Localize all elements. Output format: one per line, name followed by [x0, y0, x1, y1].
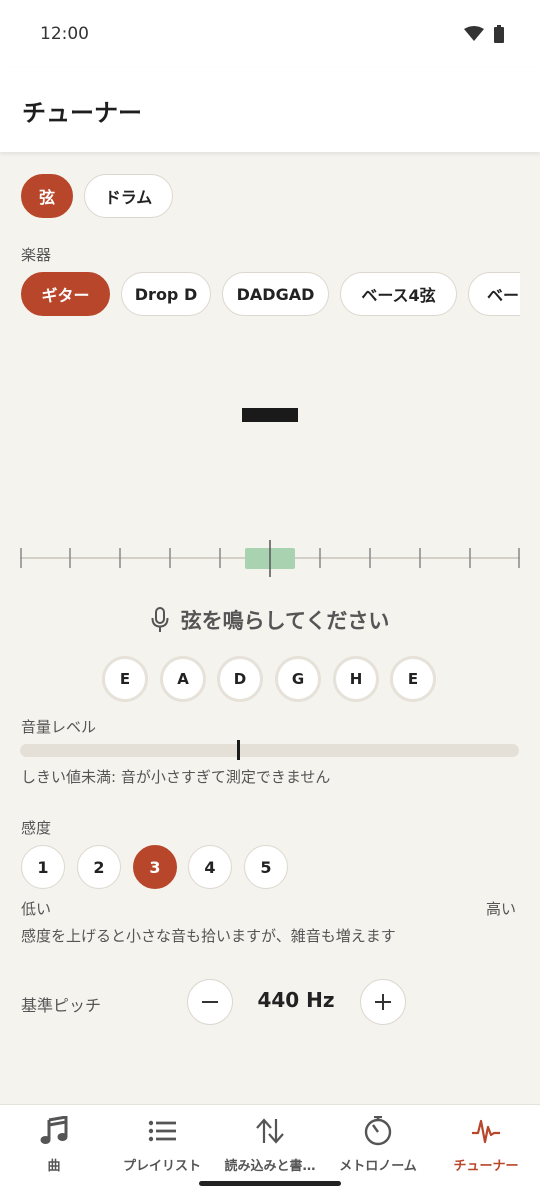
plus-icon [375, 994, 391, 1010]
sensitivity-option-1[interactable]: 1 [21, 845, 65, 889]
music-note-icon [40, 1116, 68, 1144]
status-time: 12:00 [40, 24, 89, 44]
detected-note-placeholder [242, 408, 298, 422]
sensitivity-option-2[interactable]: 2 [77, 845, 121, 889]
reference-pitch-value: 440 Hz [257, 988, 335, 1012]
instrument-chip-bass-more[interactable]: ベー [468, 272, 520, 316]
app-bar: チューナー [0, 68, 540, 152]
instrument-chip-drop-d[interactable]: Drop D [121, 272, 211, 316]
nav-label-tuner: チューナー [453, 1159, 519, 1174]
microphone-icon [151, 607, 169, 632]
play-string-prompt: 弦を鳴らしてください [0, 600, 540, 640]
import-export-icon [256, 1118, 284, 1144]
sensitivity-low-label: 低い [21, 900, 52, 918]
pitch-increase-button[interactable] [360, 979, 406, 1025]
status-icons [464, 25, 504, 43]
prompt-text: 弦を鳴らしてください [180, 609, 390, 633]
page-title: チューナー [22, 98, 142, 127]
nav-item-tuner[interactable]: チューナー [432, 1115, 540, 1179]
battery-icon [494, 25, 504, 43]
instrument-chip-dadgad[interactable]: DADGAD [222, 272, 329, 316]
wifi-icon [464, 26, 484, 41]
mode-tab-drums[interactable]: ドラム [84, 174, 173, 218]
pitch-decrease-button[interactable] [187, 979, 233, 1025]
metronome-icon [364, 1116, 392, 1146]
volume-label: 音量レベル [21, 718, 97, 736]
nav-item-songs[interactable]: 曲 [0, 1115, 108, 1179]
instrument-chip-bass4[interactable]: ベース4弦 [340, 272, 457, 316]
instrument-chip-guitar[interactable]: ギター [21, 272, 110, 316]
tuner-wave-icon [472, 1119, 500, 1144]
sensitivity-high-label: 高い [486, 900, 517, 918]
nav-label-songs: 曲 [47, 1159, 61, 1174]
string-button-h[interactable]: H [333, 656, 379, 702]
nav-item-import-export[interactable]: 読み込みと書… [216, 1115, 324, 1179]
volume-meter [20, 744, 519, 757]
string-button-g[interactable]: G [275, 656, 321, 702]
mode-tab-strings[interactable]: 弦 [21, 174, 73, 218]
string-button-e-high[interactable]: E [390, 656, 436, 702]
string-button-d[interactable]: D [217, 656, 263, 702]
reference-pitch-label: 基準ピッチ [21, 996, 102, 1015]
nav-label-import-export: 読み込みと書… [224, 1159, 316, 1174]
sensitivity-option-5[interactable]: 5 [244, 845, 288, 889]
sensitivity-hint: 感度を上げると小さな音も拾いますが、雑音も増えます [21, 927, 396, 945]
volume-threshold-marker [237, 740, 240, 760]
status-bar: 12:00 [0, 0, 540, 68]
sensitivity-option-3[interactable]: 3 [133, 845, 177, 889]
instrument-chip-row[interactable]: ギター Drop D DADGAD ベース4弦 ベー [0, 270, 520, 320]
nav-label-metronome: メトロノーム [339, 1159, 417, 1174]
nav-label-playlists: プレイリスト [122, 1159, 201, 1174]
string-button-a[interactable]: A [160, 656, 206, 702]
string-button-e-low[interactable]: E [102, 656, 148, 702]
nav-item-playlists[interactable]: プレイリスト [108, 1115, 216, 1179]
tuning-scale [20, 540, 520, 577]
minus-icon [202, 1001, 218, 1003]
nav-item-metronome[interactable]: メトロノーム [324, 1115, 432, 1179]
list-icon [148, 1120, 176, 1142]
sensitivity-label: 感度 [21, 819, 52, 837]
volume-message: しきい値未満: 音が小さすぎて測定できません [21, 768, 331, 786]
instrument-label: 楽器 [21, 246, 52, 264]
sensitivity-option-4[interactable]: 4 [188, 845, 232, 889]
home-indicator[interactable] [199, 1181, 341, 1186]
